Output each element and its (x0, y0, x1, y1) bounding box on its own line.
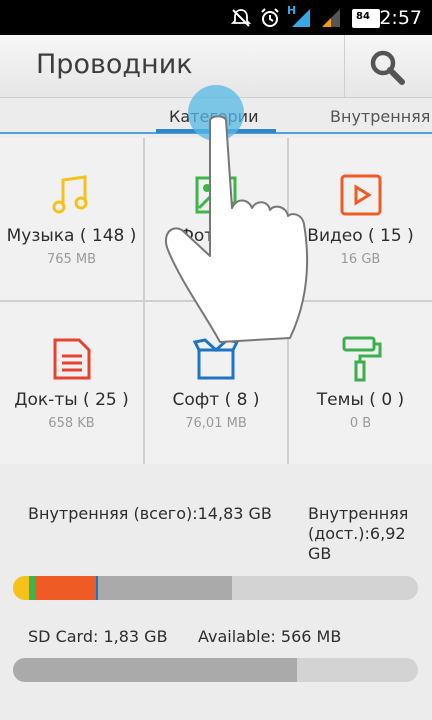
signal-icon (292, 9, 310, 27)
categories-grid: Музыка ( 148 ) 765 MB Фото ( 2 Видео ( 1… (0, 138, 432, 464)
category-photo[interactable]: Фото ( 2 (145, 138, 287, 300)
search-icon[interactable] (368, 49, 408, 85)
photo-icon (195, 176, 237, 214)
category-size: 76,01 MB (185, 416, 247, 431)
sd-available-text: Available: 566 MB (198, 627, 342, 646)
category-documents[interactable]: Док-ты ( 25 ) 658 KB (0, 302, 143, 464)
category-music[interactable]: Музыка ( 148 ) 765 MB (0, 138, 143, 300)
tab-active-indicator (156, 129, 276, 133)
internal-free-line: (дост.):6,92 (308, 524, 406, 543)
category-size: 16 GB (340, 252, 381, 267)
internal-total-text: Внутренняя (всего):14,83 GB (28, 504, 272, 523)
category-apps[interactable]: Софт ( 8 ) 76,01 MB (145, 302, 287, 464)
signal-sim2-icon (322, 9, 340, 27)
document-icon (53, 338, 90, 380)
storage-segment-video (35, 576, 96, 600)
status-bar: H 84 12:57 (0, 0, 432, 35)
storage-segment-other (98, 576, 232, 600)
category-label: Темы ( 0 ) (316, 390, 405, 410)
internal-free-text: Внутренняя (дост.):6,92 GB (308, 504, 408, 564)
internal-free-line: GB (308, 544, 332, 563)
category-label: Фото ( 2 (179, 226, 253, 246)
sd-card-text: SD Card: 1,83 GB (28, 627, 168, 646)
app-bar-divider (344, 35, 345, 97)
silent-mode-icon (230, 9, 252, 27)
music-note-icon (52, 175, 87, 214)
app-title: Проводник (36, 49, 193, 80)
category-video[interactable]: Видео ( 15 ) 16 GB (289, 138, 432, 300)
category-size: 658 KB (48, 416, 95, 431)
category-label: Док-ты ( 25 ) (14, 390, 129, 410)
sd-used-segment (13, 658, 297, 682)
app-bar: Проводник (0, 35, 432, 98)
tab-bar: Категории Внутренняя (0, 98, 432, 138)
video-icon (340, 174, 381, 216)
category-label: Видео ( 15 ) (307, 226, 414, 246)
category-themes[interactable]: Темы ( 0 ) 0 B (289, 302, 432, 464)
category-label: Софт ( 8 ) (172, 390, 260, 410)
storage-segment-music (13, 576, 29, 600)
alarm-icon (261, 8, 279, 27)
category-label: Музыка ( 148 ) (6, 226, 137, 246)
tab-categories[interactable]: Категории (169, 107, 258, 126)
category-size: 0 B (349, 416, 372, 431)
paint-roller-icon (342, 336, 381, 382)
tab-internal[interactable]: Внутренняя (330, 107, 430, 126)
sd-storage-bar (13, 658, 418, 682)
internal-storage-bar (13, 576, 418, 600)
internal-free-line: Внутренняя (308, 504, 409, 523)
storage-panel: Внутренняя (всего):14,83 GB Внутренняя (… (0, 464, 432, 720)
status-clock: 12:57 (367, 7, 422, 29)
box-icon (193, 338, 239, 380)
category-size: 765 MB (46, 252, 97, 267)
